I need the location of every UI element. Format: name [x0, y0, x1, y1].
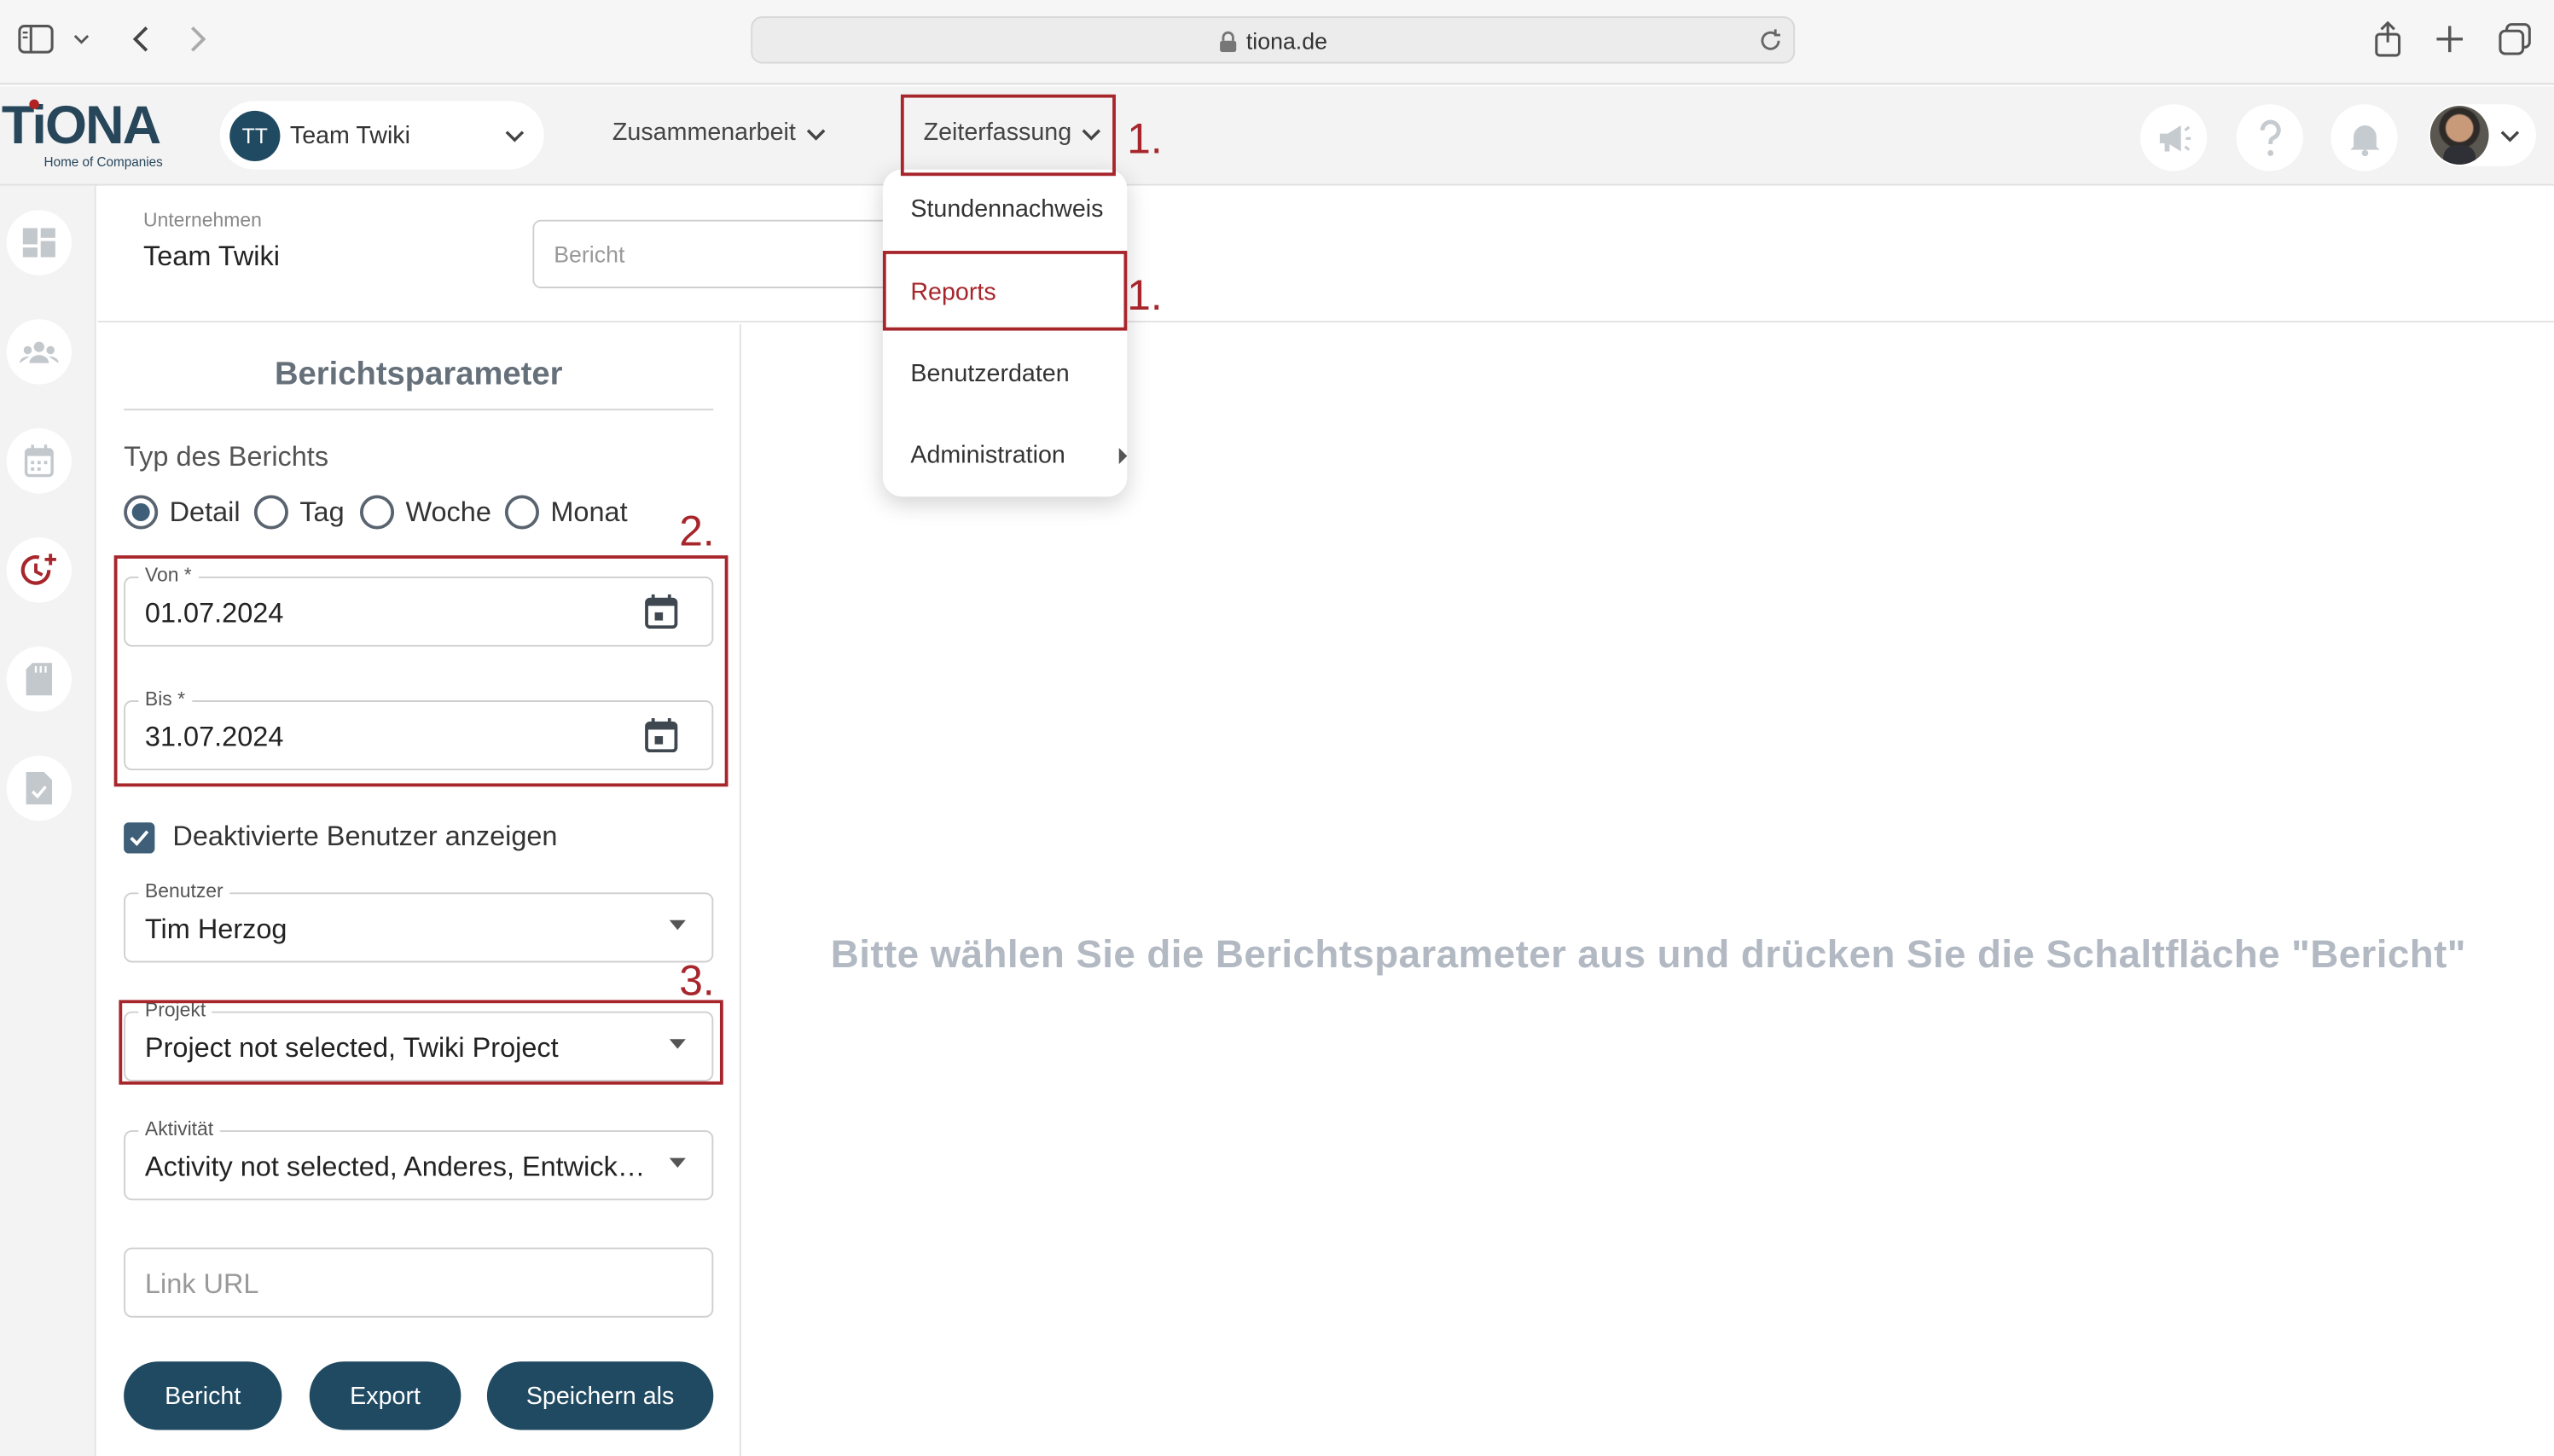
- menu-item-administration[interactable]: Administration: [910, 441, 1128, 469]
- user-select-value: Tim Herzog: [144, 914, 287, 945]
- link-url-input[interactable]: Link URL: [124, 1247, 714, 1318]
- radio-detail-label: Detail: [169, 496, 241, 527]
- report-select[interactable]: Bericht: [532, 219, 908, 288]
- radio-detail[interactable]: Detail: [124, 495, 241, 530]
- user-select-label: Benutzer: [138, 879, 230, 902]
- chevron-down-icon: [805, 128, 825, 140]
- logo-dot-icon: [29, 99, 39, 109]
- annotation-box-reports: [882, 251, 1128, 331]
- activity-select-value: Activity not selected, Anderes, Entwickl…: [144, 1151, 650, 1183]
- menu-item-stundennachweis[interactable]: Stundennachweis: [910, 195, 1103, 223]
- chevron-down-icon[interactable]: [62, 20, 102, 59]
- team-selector[interactable]: TT Team Twiki: [219, 101, 544, 170]
- app-header: TiONA Home of Companies TT Team Twiki Zu…: [0, 86, 2554, 186]
- annotation-step-3: 3.: [679, 955, 715, 1006]
- screenshot-root: tiona.de TiONA Home of Companies TT Team…: [0, 0, 2554, 1456]
- radio-monat[interactable]: Monat: [504, 495, 628, 530]
- company-header: Unternehmen Team Twiki Bericht: [97, 185, 2554, 323]
- nav-zusammenarbeit[interactable]: Zusammenarbeit: [612, 119, 825, 147]
- chevron-down-icon: [505, 131, 525, 142]
- menu-item-benutzerdaten[interactable]: Benutzerdaten: [910, 360, 1069, 387]
- panel-title: Berichtsparameter: [124, 357, 714, 411]
- document-icon[interactable]: [6, 647, 73, 712]
- nav-zusammenarbeit-label: Zusammenarbeit: [612, 119, 796, 147]
- notifications-button[interactable]: [2331, 104, 2398, 171]
- report-select-placeholder: Bericht: [554, 241, 625, 268]
- reload-icon[interactable]: [1757, 27, 1784, 54]
- company-label: Unternehmen: [143, 208, 262, 232]
- annotation-step-1-reports: 1.: [1127, 270, 1163, 320]
- profile-menu[interactable]: [2428, 104, 2536, 166]
- avatar: [2429, 106, 2489, 165]
- radio-unselected-icon: [504, 495, 540, 530]
- approval-document-icon[interactable]: [6, 755, 73, 821]
- side-rail: [0, 185, 96, 1456]
- radio-tag-label: Tag: [299, 496, 345, 527]
- megaphone-icon: [2158, 125, 2191, 151]
- radio-monat-label: Monat: [550, 496, 628, 527]
- dashboard-icon[interactable]: [6, 210, 73, 276]
- chevron-down-icon: [2500, 131, 2520, 142]
- company-name: Team Twiki: [143, 241, 280, 272]
- back-arrow-icon[interactable]: [120, 20, 160, 59]
- logo-tagline: Home of Companies: [44, 154, 163, 170]
- announcement-button[interactable]: [2139, 104, 2208, 171]
- tiona-logo[interactable]: TiONA Home of Companies: [1, 94, 165, 171]
- annotation-step-2: 2.: [679, 506, 715, 556]
- forward-arrow-icon[interactable]: [179, 20, 218, 59]
- browser-toolbar: tiona.de: [0, 0, 2554, 85]
- checkbox-checked-icon: [124, 821, 155, 853]
- lock-icon: [1218, 30, 1238, 52]
- menu-item-administration-label: Administration: [910, 441, 1065, 469]
- sidebar-toggle-icon[interactable]: [16, 20, 55, 59]
- question-mark-icon: [2259, 119, 2280, 155]
- calendar-icon[interactable]: [6, 428, 73, 494]
- new-tab-icon[interactable]: [2430, 20, 2470, 59]
- annotation-step-1: 1.: [1127, 113, 1163, 163]
- show-deactivated-label: Deaktivierte Benutzer anzeigen: [172, 821, 558, 852]
- annotation-box-project: [119, 1000, 723, 1085]
- report-type-label: Typ des Berichts: [124, 441, 329, 473]
- tab-overview-icon[interactable]: [2495, 20, 2534, 59]
- export-button[interactable]: Export: [309, 1361, 461, 1430]
- radio-tag[interactable]: Tag: [253, 495, 345, 530]
- logo-wordmark: TiONA: [1, 94, 161, 155]
- radio-woche[interactable]: Woche: [359, 495, 491, 530]
- radio-unselected-icon: [253, 495, 288, 530]
- radio-woche-label: Woche: [405, 496, 491, 527]
- link-url-placeholder: Link URL: [144, 1268, 259, 1300]
- annotation-box-zeiterfassung: [900, 94, 1116, 177]
- activity-select-label: Aktivität: [138, 1117, 220, 1140]
- radio-selected-icon: [124, 495, 159, 530]
- save-as-button[interactable]: Speichern als: [486, 1361, 714, 1430]
- share-icon[interactable]: [2368, 20, 2407, 59]
- user-select[interactable]: Benutzer Tim Herzog: [124, 879, 714, 963]
- report-parameters-panel: Berichtsparameter Typ des Berichts Detai…: [97, 323, 741, 1456]
- dropdown-caret-icon: [669, 1157, 686, 1169]
- show-deactivated-checkbox[interactable]: Deaktivierte Benutzer anzeigen: [124, 821, 557, 853]
- add-time-icon[interactable]: [6, 537, 73, 603]
- bell-icon: [2349, 125, 2379, 156]
- report-button[interactable]: Bericht: [124, 1361, 282, 1430]
- radio-unselected-icon: [359, 495, 395, 530]
- team-icon[interactable]: [6, 319, 73, 385]
- url-text: tiona.de: [1245, 26, 1327, 54]
- team-avatar: TT: [229, 109, 281, 161]
- dropdown-caret-icon: [669, 919, 686, 931]
- chevron-right-icon: [1118, 448, 1128, 465]
- empty-report-message: Bitte wählen Sie die Berichtsparameter a…: [830, 933, 2466, 977]
- help-button[interactable]: [2236, 104, 2303, 171]
- url-bar[interactable]: tiona.de: [751, 16, 1796, 64]
- team-name: Team Twiki: [289, 121, 411, 149]
- activity-select[interactable]: Aktivität Activity not selected, Anderes…: [124, 1117, 714, 1201]
- zeiterfassung-dropdown-menu: Stundennachweis Reports Benutzerdaten Ad…: [882, 169, 1128, 497]
- annotation-box-dates: [113, 555, 728, 787]
